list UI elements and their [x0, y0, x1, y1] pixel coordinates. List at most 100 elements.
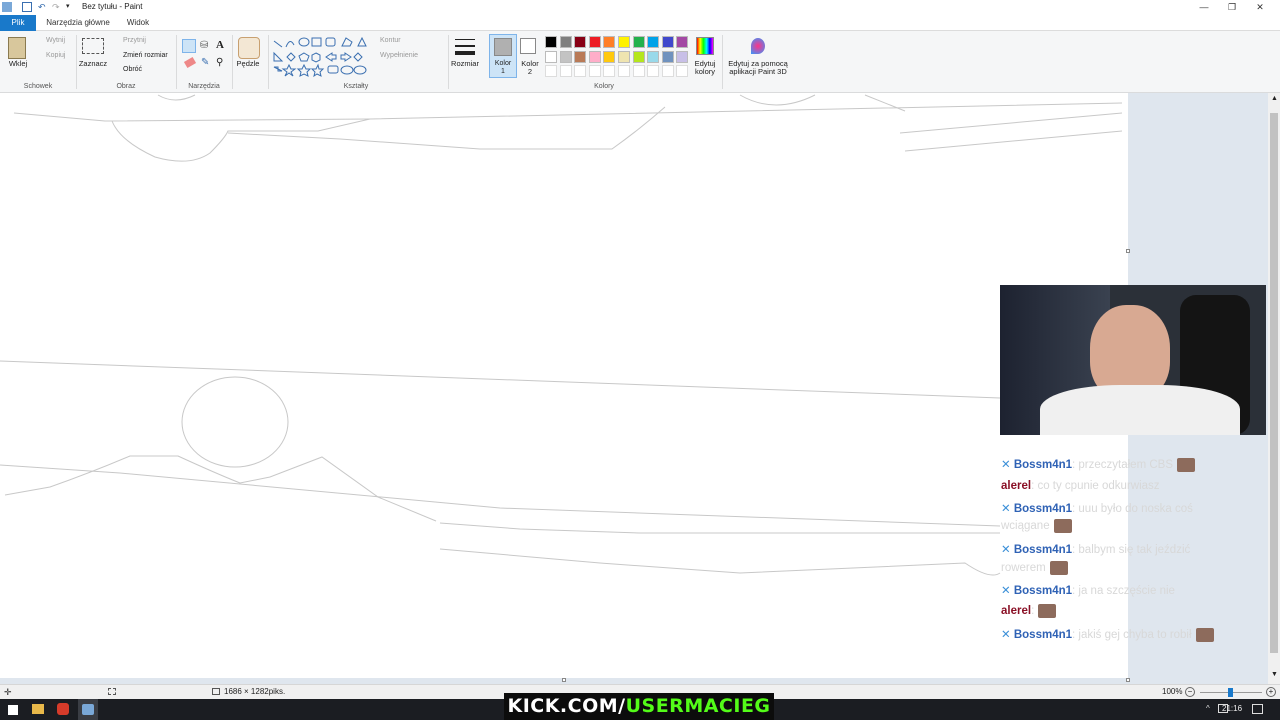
redo-icon[interactable]: ↷	[52, 2, 62, 12]
resize-button[interactable]: Zmień rozmiar	[123, 52, 168, 59]
chat-message: alerel:	[1001, 604, 1057, 618]
palette-empty-swatch[interactable]	[618, 65, 630, 78]
color1-label: Kolor 1	[494, 60, 512, 75]
paint3d-button[interactable]: Edytuj za pomocą aplikacji Paint 3D	[724, 60, 792, 76]
moderator-badge-icon: ✕	[1001, 459, 1014, 471]
scroll-thumb[interactable]	[1270, 113, 1278, 653]
undo-icon[interactable]: ↶	[38, 2, 48, 12]
palette-empty-swatch[interactable]	[676, 65, 689, 78]
customize-toolbar-icon[interactable]: ▾	[66, 2, 76, 12]
palette-color-swatch[interactable]	[632, 50, 645, 63]
palette-empty-swatch[interactable]	[632, 65, 645, 78]
magnifier-icon[interactable]: ⚲	[216, 57, 223, 68]
palette-color-swatch[interactable]	[676, 50, 689, 63]
resize-handle[interactable]	[1126, 678, 1130, 682]
clock[interactable]: 21:16	[1222, 704, 1242, 713]
text-icon[interactable]: A	[216, 39, 224, 51]
pencil-icon[interactable]	[182, 39, 196, 53]
palette-color-swatch[interactable]	[588, 50, 601, 63]
crop-button[interactable]: Przytnij	[123, 37, 146, 44]
chat-message: rowerem	[1001, 561, 1068, 575]
palette-empty-swatch[interactable]	[603, 65, 616, 78]
tab-view[interactable]: Widok	[120, 15, 156, 31]
palette-color-swatch[interactable]	[661, 36, 674, 48]
fill-icon[interactable]: ⛁	[200, 40, 208, 51]
select-icon[interactable]	[82, 38, 104, 54]
palette-color-swatch[interactable]	[559, 36, 572, 48]
palette-empty-swatch[interactable]	[545, 65, 557, 78]
file-explorer-icon[interactable]	[32, 704, 44, 714]
color-picker-icon[interactable]: ✎	[201, 57, 209, 68]
rotate-button[interactable]: Obróć	[123, 66, 142, 73]
edit-colors-icon[interactable]	[696, 37, 714, 55]
palette-empty-swatch[interactable]	[647, 65, 660, 78]
edit-colors-button[interactable]: Edytuj kolory	[688, 60, 722, 76]
webcam-shirt	[1040, 385, 1240, 435]
cut-button[interactable]: Wytnij	[46, 37, 65, 44]
size-icon[interactable]	[455, 39, 475, 55]
zoom-in-button[interactable]: +	[1266, 687, 1276, 697]
select-button[interactable]: Zaznacz	[78, 60, 108, 68]
palette-color-swatch[interactable]	[559, 50, 572, 63]
copy-button[interactable]: Kopiuj	[46, 52, 65, 59]
colors-group-label: Kolory	[594, 83, 614, 90]
scroll-down-icon[interactable]: ▼	[1271, 671, 1278, 678]
palette-color-swatch[interactable]	[574, 36, 587, 48]
zoom-out-button[interactable]: −	[1185, 687, 1195, 697]
brush-icon[interactable]	[238, 37, 260, 59]
palette-color-swatch[interactable]	[676, 36, 689, 48]
paste-button[interactable]: Wklej	[3, 60, 33, 68]
chat-username: alerel	[1001, 605, 1032, 618]
close-button[interactable]: ✕	[1244, 0, 1276, 15]
resize-handle[interactable]	[562, 678, 566, 682]
size-button[interactable]: Rozmiar	[448, 60, 482, 68]
outline-dropdown[interactable]: Kontur	[380, 37, 401, 44]
eraser-icon[interactable]	[183, 56, 197, 69]
palette-empty-swatch[interactable]	[588, 65, 601, 78]
palette-color-swatch[interactable]	[647, 50, 660, 63]
palette-color-swatch[interactable]	[632, 36, 645, 48]
brushes-button[interactable]: Pędzle	[232, 60, 264, 68]
browser-icon[interactable]	[57, 703, 69, 715]
color1-button[interactable]: Kolor 1	[489, 34, 517, 78]
palette-color-swatch[interactable]	[603, 50, 616, 63]
drawing-canvas[interactable]: ✕ Bossm4n1: przeczytałem CBS alerel: co t…	[0, 93, 1266, 678]
paint-app-icon	[2, 2, 12, 12]
fill-dropdown[interactable]: Wypełnienie	[380, 52, 418, 59]
zoom-level: 100%	[1162, 687, 1183, 696]
scroll-up-icon[interactable]: ▲	[1271, 95, 1278, 102]
color1-swatch	[494, 38, 512, 56]
zoom-slider-thumb[interactable]	[1228, 688, 1233, 697]
chat-message: wciągane	[1001, 519, 1072, 533]
windows-start-icon[interactable]	[8, 705, 18, 715]
resize-handle[interactable]	[1126, 249, 1130, 253]
moderator-badge-icon: ✕	[1001, 585, 1014, 597]
paint3d-icon[interactable]	[751, 38, 765, 54]
tray-chevron-icon[interactable]: ^	[1206, 704, 1210, 713]
vertical-scrollbar[interactable]: ▲ ▼	[1268, 93, 1280, 684]
image-group-label: Obraz	[116, 83, 136, 90]
palette-color-swatch[interactable]	[545, 50, 557, 63]
palette-empty-swatch[interactable]	[574, 65, 587, 78]
palette-color-swatch[interactable]	[588, 36, 601, 48]
palette-color-swatch[interactable]	[618, 50, 630, 63]
palette-color-swatch[interactable]	[661, 50, 674, 63]
save-icon[interactable]	[22, 2, 32, 12]
palette-empty-swatch[interactable]	[559, 65, 572, 78]
color2-swatch[interactable]	[520, 38, 536, 54]
paste-icon[interactable]	[8, 37, 26, 59]
shapes-gallery[interactable]	[272, 37, 370, 79]
notifications-icon[interactable]	[1252, 704, 1263, 714]
palette-color-swatch[interactable]	[574, 50, 587, 63]
chat-username: Bossm4n1	[1013, 459, 1073, 471]
palette-color-swatch[interactable]	[545, 36, 557, 48]
palette-color-swatch[interactable]	[647, 36, 660, 48]
palette-empty-swatch[interactable]	[661, 65, 674, 78]
color2-button[interactable]: Kolor 2	[518, 60, 542, 76]
canvas-area: ✕ Bossm4n1: przeczytałem CBS alerel: co t…	[0, 93, 1280, 684]
tab-file[interactable]: Plik	[0, 15, 36, 31]
tab-home[interactable]: Narzędzia główne	[40, 15, 116, 31]
palette-color-swatch[interactable]	[603, 36, 616, 48]
chat-message: ✕ Bossm4n1: uuu było do noska coś	[1001, 501, 1193, 515]
palette-color-swatch[interactable]	[618, 36, 630, 48]
